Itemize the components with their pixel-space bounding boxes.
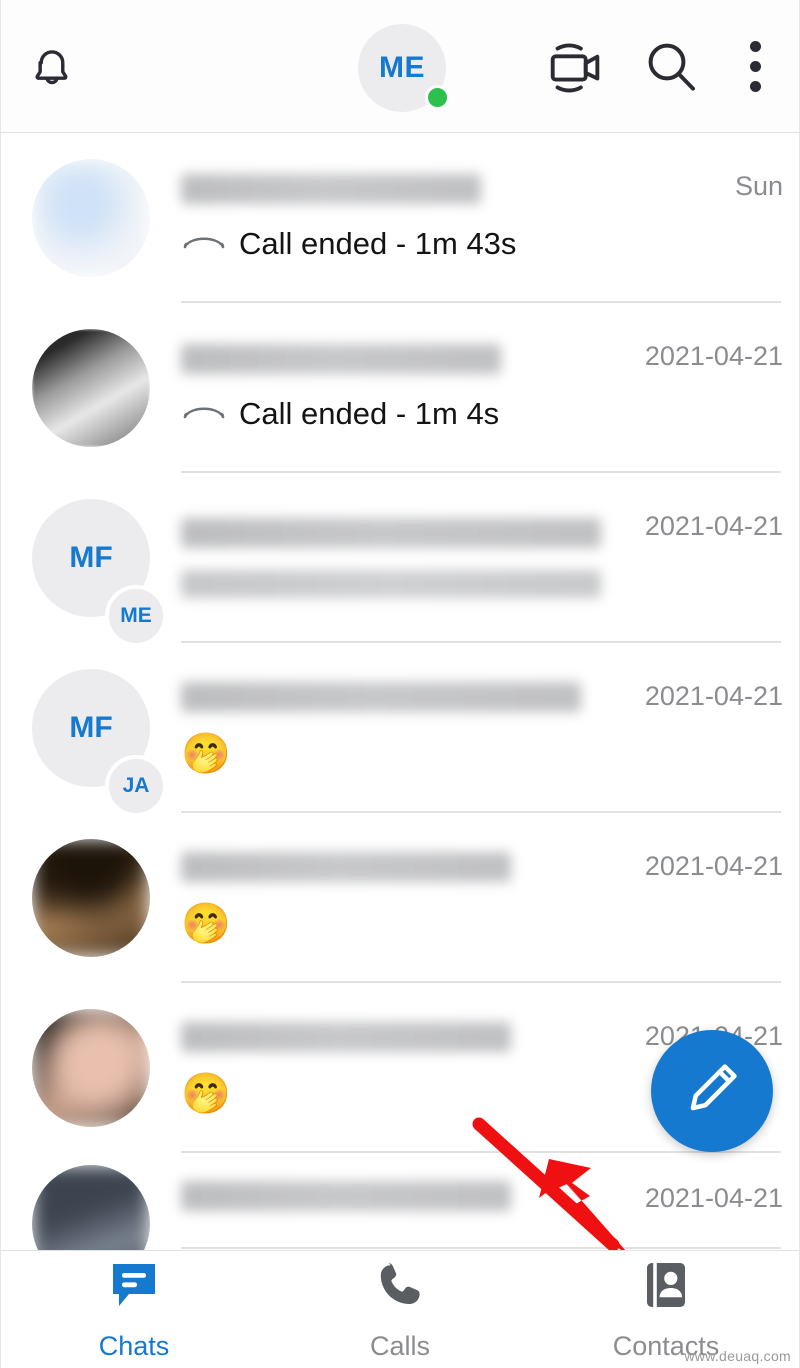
compose-fab-button[interactable] [651, 1030, 773, 1152]
tab-calls[interactable]: Calls [267, 1251, 533, 1368]
chat-preview-text: Call ended - 1m 4s [239, 396, 500, 431]
group-avatar-initials: MF [69, 711, 113, 744]
contact-name [181, 344, 501, 374]
chat-preview: Call ended - 1m 43s [181, 226, 781, 262]
bottom-navigation-bar: Chats Calls Contacts www.deuaq.com [1, 1250, 799, 1368]
avatar [23, 303, 159, 473]
chat-preview: 🤭 [181, 734, 781, 774]
chat-list-item[interactable]: 2021-04-21 [1, 1153, 799, 1250]
tab-chats-label: Chats [98, 1330, 170, 1361]
avatar [23, 1153, 159, 1250]
contacts-book-icon [640, 1258, 692, 1317]
contact-name [181, 1022, 511, 1052]
app-header: ME [1, 0, 799, 133]
my-profile-initials: ME [379, 51, 425, 84]
contact-name [181, 174, 481, 204]
contact-name [181, 852, 511, 882]
my-profile-avatar[interactable]: ME [358, 24, 450, 112]
compose-pencil-icon [681, 1058, 743, 1125]
emoji-icon: 🤭 [181, 1072, 231, 1116]
more-vertical-icon[interactable] [719, 0, 791, 133]
chat-timestamp: 2021-04-21 [644, 681, 783, 711]
chat-timestamp: 2021-04-21 [644, 511, 783, 541]
video-camera-icon[interactable] [531, 0, 621, 133]
tab-chats[interactable]: Chats [1, 1251, 267, 1368]
call-ended-icon [181, 396, 227, 432]
group-avatar: MF ME [32, 499, 167, 647]
chat-list-item[interactable]: Call ended - 1m 43s Sun [1, 133, 799, 303]
emoji-icon: 🤭 [181, 732, 231, 776]
chat-list-item[interactable]: 🤭 2021-04-21 [1, 813, 799, 983]
chat-timestamp: 2021-04-21 [644, 1183, 783, 1213]
group-avatar-badge: ME [105, 585, 167, 647]
chat-preview [181, 570, 601, 598]
notification-bell-icon[interactable] [13, 0, 91, 133]
online-status-dot [425, 85, 450, 110]
list-divider [181, 1247, 781, 1249]
chat-list-item[interactable]: MF JA 🤭 2021-04-21 [1, 643, 799, 817]
contact-name [181, 1181, 511, 1211]
chat-timestamp: Sun [734, 171, 783, 201]
contact-name [181, 682, 581, 712]
chat-preview: Call ended - 1m 4s [181, 396, 781, 432]
chat-list-item[interactable]: MF ME 2021-04-21 [1, 473, 799, 647]
tab-calls-label: Calls [369, 1330, 430, 1361]
search-icon[interactable] [626, 0, 716, 133]
contact-name [181, 518, 601, 548]
group-avatar-badge: JA [105, 755, 167, 817]
site-watermark: www.deuaq.com [684, 1348, 791, 1364]
emoji-icon: 🤭 [181, 902, 231, 946]
avatar: MF ME [23, 473, 167, 647]
avatar: MF JA [23, 643, 167, 817]
phone-icon [374, 1258, 426, 1317]
chat-timestamp: 2021-04-21 [644, 341, 783, 371]
chat-list-item[interactable]: Call ended - 1m 4s 2021-04-21 [1, 303, 799, 473]
overflow-dots [749, 41, 761, 92]
avatar [23, 133, 159, 303]
call-ended-icon [181, 226, 227, 262]
chat-list[interactable]: Call ended - 1m 43s Sun Call ended - 1m … [1, 133, 799, 1250]
avatar [23, 983, 159, 1153]
group-avatar-initials: MF [69, 541, 113, 574]
chat-preview-text: Call ended - 1m 43s [239, 226, 517, 261]
chat-timestamp: 2021-04-21 [644, 851, 783, 881]
chat-bubble-icon [105, 1258, 163, 1317]
group-avatar: MF JA [32, 669, 167, 817]
avatar [23, 813, 159, 983]
messaging-app-screen: ME Call ended - 1m 43s Sun Call ended - … [0, 0, 800, 1368]
chat-preview: 🤭 [181, 904, 781, 944]
